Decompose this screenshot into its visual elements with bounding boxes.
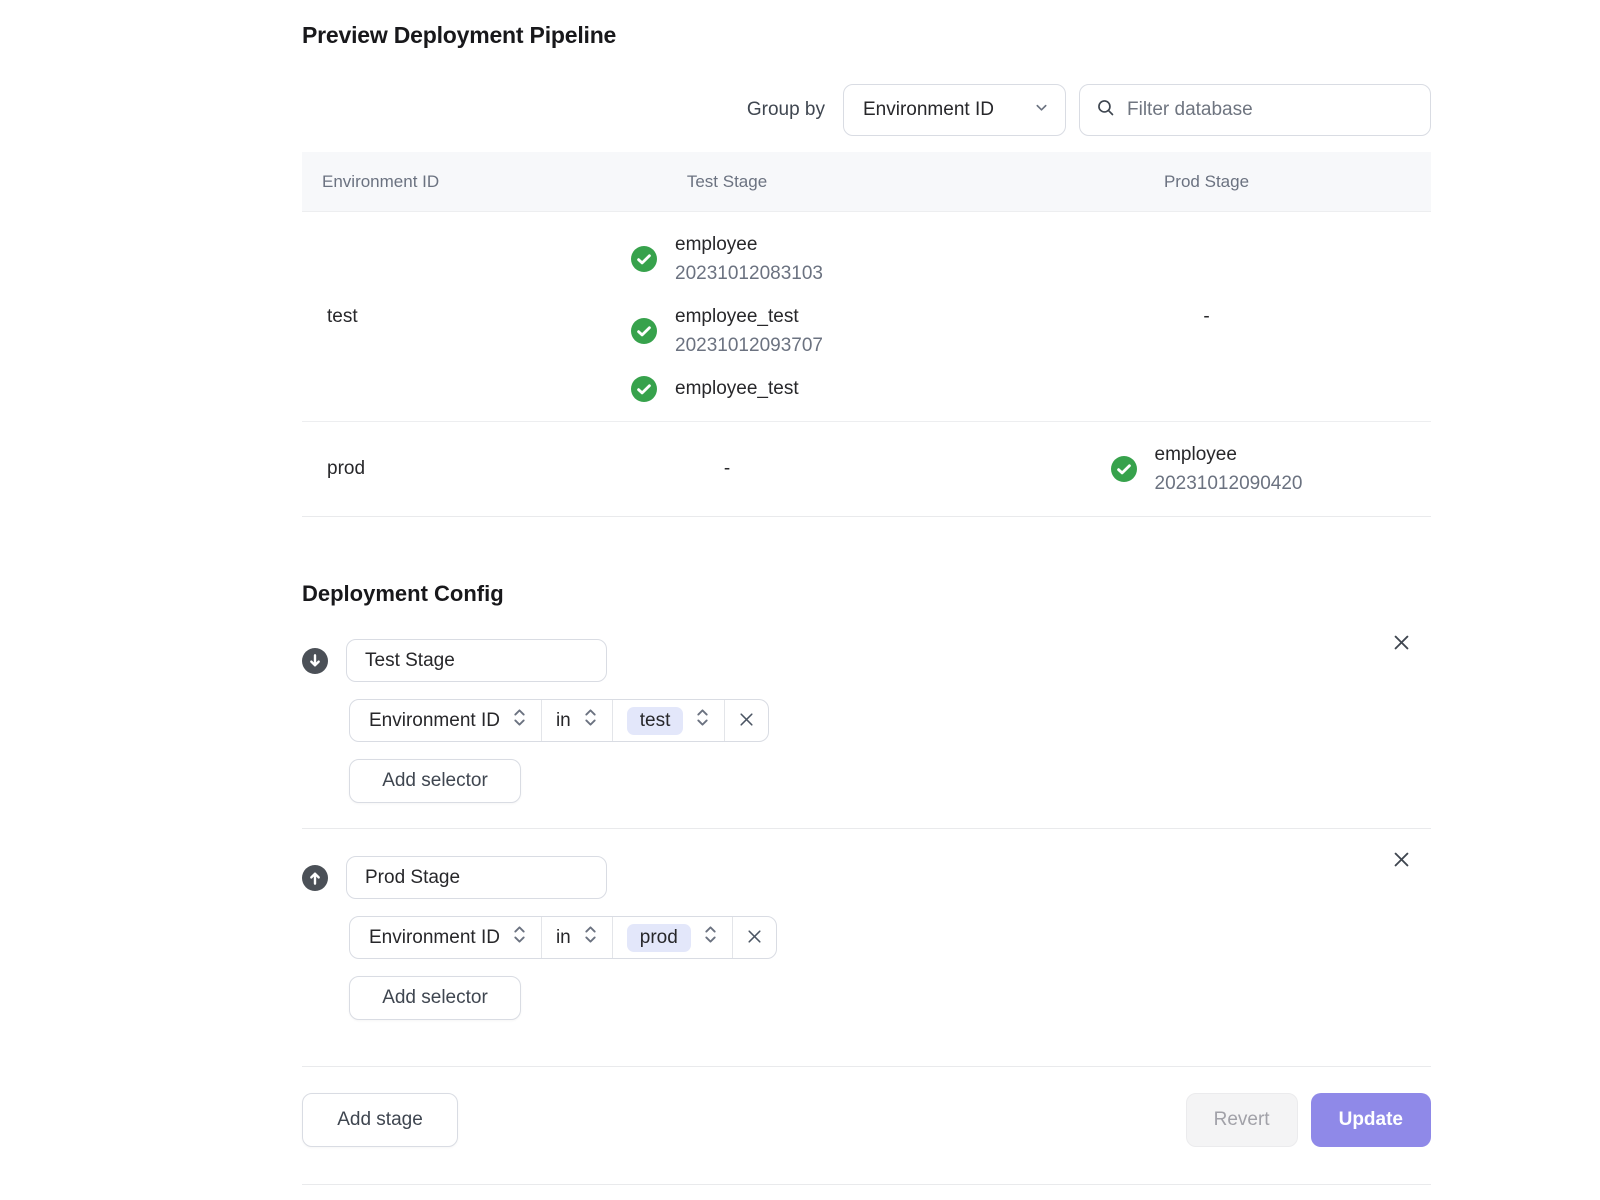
config-footer: Add stage Revert Update	[302, 1093, 1431, 1147]
selector-value-dropdown[interactable]: test	[612, 700, 725, 741]
deployment-list: employee 20231012083103 employee_test 20…	[631, 212, 823, 421]
check-circle-icon	[631, 246, 657, 272]
filter-database-searchbox[interactable]	[1079, 84, 1431, 136]
database-name: employee_test	[675, 302, 823, 331]
divider	[302, 1066, 1431, 1067]
page-title: Preview Deployment Pipeline	[302, 0, 1431, 49]
deployment-item: employee 20231012090420	[1111, 440, 1303, 498]
up-down-chevron-icon	[512, 707, 527, 734]
environment-id-cell: prod	[302, 458, 472, 480]
remove-selector-button[interactable]	[724, 700, 768, 741]
table-row-prod: prod - employee 20231012090420	[302, 421, 1431, 516]
arrow-up-circle-icon	[302, 865, 328, 891]
selector: Environment ID in test	[349, 699, 769, 742]
table-row-test: test employee 20231012083103	[302, 211, 1431, 421]
selector-value-chip: test	[627, 707, 684, 735]
deployment-list: employee 20231012090420	[1111, 422, 1303, 516]
database-name: employee	[1155, 440, 1303, 469]
database-name: employee	[675, 230, 823, 259]
main-content: Preview Deployment Pipeline Group by Env…	[302, 0, 1431, 1185]
selector-value-dropdown[interactable]: prod	[612, 917, 732, 958]
deployment-timestamp: 20231012083103	[675, 259, 823, 288]
test-stage-cell: employee 20231012083103 employee_test 20…	[472, 212, 982, 421]
stage-config-test: Environment ID in test	[302, 639, 1431, 803]
pipeline-table-header: Environment ID Test Stage Prod Stage	[302, 152, 1431, 211]
close-icon	[746, 928, 763, 948]
remove-stage-button[interactable]	[1390, 633, 1412, 655]
test-stage-cell-empty: -	[472, 458, 982, 480]
bottom-divider	[302, 1184, 1431, 1185]
database-name: employee_test	[675, 374, 799, 403]
close-icon	[1392, 850, 1411, 872]
divider	[302, 828, 1431, 829]
add-selector-button[interactable]: Add selector	[349, 976, 521, 1020]
selector-value-chip: prod	[627, 924, 691, 952]
selector-operator-dropdown[interactable]: in	[541, 700, 612, 741]
group-by-label: Group by	[747, 99, 825, 121]
check-circle-icon	[1111, 456, 1137, 482]
close-icon	[1392, 633, 1411, 655]
add-selector-button[interactable]: Add selector	[349, 759, 521, 803]
prod-stage-cell-empty: -	[982, 306, 1431, 328]
filter-database-input[interactable]	[1127, 99, 1414, 121]
arrow-down-circle-icon	[302, 648, 328, 674]
selector-field-dropdown[interactable]: Environment ID	[350, 917, 541, 958]
stage-name-input[interactable]	[346, 639, 607, 682]
environment-id-cell: test	[302, 306, 472, 328]
deployment-timestamp: 20231012090420	[1155, 469, 1303, 498]
chevron-down-icon	[1034, 99, 1049, 121]
up-down-chevron-icon	[583, 924, 598, 951]
column-environment-id: Environment ID	[302, 172, 472, 192]
selector-field-value: Environment ID	[369, 927, 500, 949]
deployment-item: employee 20231012083103	[631, 230, 823, 288]
group-by-select[interactable]: Environment ID	[843, 84, 1066, 136]
selector-operator-dropdown[interactable]: in	[541, 917, 612, 958]
update-button[interactable]: Update	[1311, 1093, 1431, 1147]
selector-field-dropdown[interactable]: Environment ID	[350, 700, 541, 741]
column-prod-stage: Prod Stage	[982, 172, 1431, 192]
search-icon	[1096, 98, 1115, 122]
stage-config-prod: Environment ID in prod	[302, 856, 1431, 1020]
prod-stage-cell: employee 20231012090420	[982, 422, 1431, 516]
deployment-item: employee_test	[631, 374, 799, 403]
column-test-stage: Test Stage	[472, 172, 982, 192]
revert-button[interactable]: Revert	[1186, 1093, 1298, 1147]
check-circle-icon	[631, 318, 657, 344]
remove-selector-button[interactable]	[732, 917, 776, 958]
selector: Environment ID in prod	[349, 916, 777, 959]
toolbar: Group by Environment ID	[302, 84, 1431, 136]
remove-stage-button[interactable]	[1390, 850, 1412, 872]
up-down-chevron-icon	[512, 924, 527, 951]
group-by-selected-value: Environment ID	[863, 99, 994, 121]
deployment-config-title: Deployment Config	[302, 581, 1431, 607]
selector-operator-value: in	[556, 710, 571, 732]
close-icon	[738, 711, 755, 731]
up-down-chevron-icon	[695, 707, 710, 734]
deployment-item: employee_test 20231012093707	[631, 302, 823, 360]
selector-field-value: Environment ID	[369, 710, 500, 732]
add-stage-button[interactable]: Add stage	[302, 1093, 458, 1147]
pipeline-table: Environment ID Test Stage Prod Stage tes…	[302, 152, 1431, 517]
up-down-chevron-icon	[703, 924, 718, 951]
check-circle-icon	[631, 376, 657, 402]
stage-name-input[interactable]	[346, 856, 607, 899]
up-down-chevron-icon	[583, 707, 598, 734]
selector-operator-value: in	[556, 927, 571, 949]
deployment-timestamp: 20231012093707	[675, 331, 823, 360]
